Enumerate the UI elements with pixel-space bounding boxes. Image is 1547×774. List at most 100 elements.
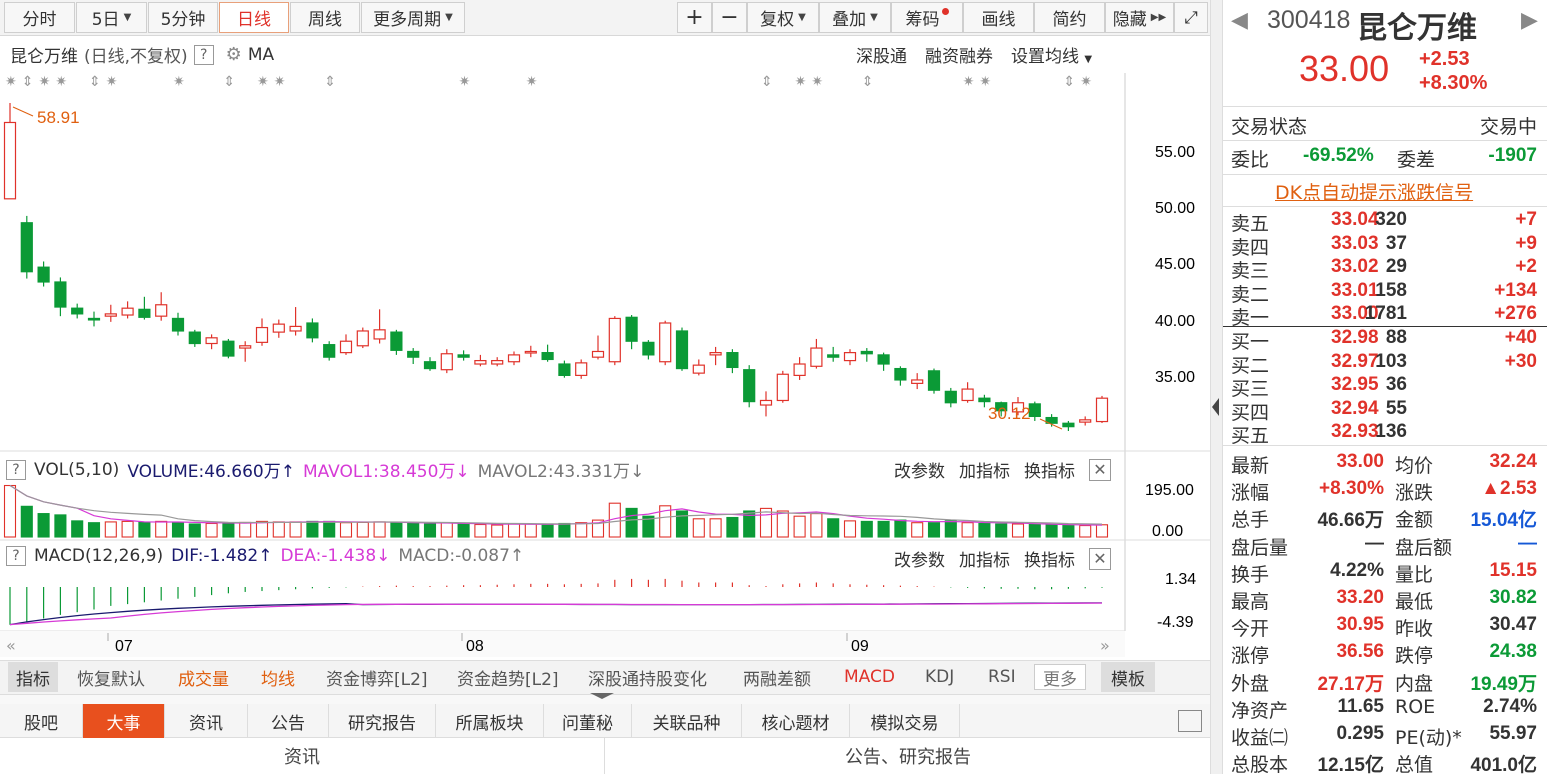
zoom-out-button[interactable]: − xyxy=(712,2,747,33)
event-star-icon[interactable]: ✷ xyxy=(526,74,538,90)
info-tab-research[interactable]: 研究报告 xyxy=(329,704,436,738)
candle-body xyxy=(759,399,773,406)
up-down-marker-icon[interactable]: ⇕ xyxy=(89,74,101,90)
mavol2-value: MAVOL2:43.331万↓ xyxy=(477,462,645,482)
indicator-tab-hk-holding[interactable]: 深股通持股变化 xyxy=(588,662,707,692)
overlay-button[interactable]: 叠加 ▼ xyxy=(819,2,891,33)
period-tab-intraday[interactable]: 分时 xyxy=(4,2,75,33)
period-tab-more[interactable]: 更多周期 ▼ xyxy=(361,2,465,33)
stat-value: +8.30% xyxy=(1319,478,1384,500)
volume-edit-params[interactable]: 改参数 xyxy=(894,457,945,482)
dk-signal-link[interactable]: DK点自动提示涨跌信号 xyxy=(1275,178,1473,205)
up-down-marker-icon[interactable]: ⇕ xyxy=(1063,74,1075,90)
volume-bar xyxy=(323,520,336,538)
stat-label: ROE xyxy=(1395,695,1436,718)
stat-label: 最高 xyxy=(1231,591,1270,613)
indicator-tab-more[interactable]: 更多 xyxy=(1034,664,1086,690)
info-tab-news[interactable]: 资讯 xyxy=(165,704,248,738)
macd-switch-indicator[interactable]: 换指标 xyxy=(1024,546,1075,571)
prev-stock-icon[interactable]: ◀ xyxy=(1231,8,1248,33)
volume-bar xyxy=(625,507,638,538)
event-star-icon[interactable]: ✷ xyxy=(257,74,269,90)
up-down-marker-icon[interactable]: ⇕ xyxy=(22,74,34,90)
macd-edit-params[interactable]: 改参数 xyxy=(894,546,945,571)
close-icon[interactable]: ✕ xyxy=(1089,458,1111,481)
draw-button[interactable]: 画线 xyxy=(963,2,1034,33)
candle-body xyxy=(474,359,487,365)
chip-button[interactable]: 筹码 xyxy=(891,2,963,33)
stat-value: 46.66万 xyxy=(1317,510,1384,532)
indicator-tab-capital-game[interactable]: 资金博弈[L2] xyxy=(326,662,428,692)
indicator-tab-volume[interactable]: 成交量 xyxy=(178,662,229,692)
fullscreen-button[interactable]: ⤢ xyxy=(1174,2,1208,33)
collapse-arrow-icon[interactable] xyxy=(590,693,614,699)
scroll-right-icon[interactable]: » xyxy=(1100,636,1110,655)
scroll-left-icon[interactable]: « xyxy=(6,636,16,655)
panel-splitter[interactable] xyxy=(1210,0,1222,774)
trade-status-label: 交易状态 xyxy=(1231,116,1308,138)
period-tab-weekly[interactable]: 周线 xyxy=(290,2,360,33)
event-star-icon[interactable]: ✷ xyxy=(811,74,823,90)
stat-value: 15.04亿 xyxy=(1470,510,1537,532)
candle-body xyxy=(558,363,571,377)
macd-add-indicator[interactable]: 加指标 xyxy=(959,546,1010,571)
indicator-tab-capital-trend[interactable]: 资金趋势[L2] xyxy=(457,662,559,692)
period-tab-5min[interactable]: 5分钟 xyxy=(148,2,218,33)
period-tab-daily[interactable]: 日线 xyxy=(219,2,289,33)
volume-help-button[interactable]: ? xyxy=(6,459,26,480)
up-down-marker-icon[interactable]: ⇕ xyxy=(223,74,235,90)
info-tab-forum[interactable]: 股吧 xyxy=(0,704,83,738)
info-tab-related[interactable]: 关联品种 xyxy=(632,704,742,738)
info-tab-ask-secretary[interactable]: 问董秘 xyxy=(544,704,632,738)
candle-body xyxy=(776,373,789,402)
indicator-tab-kdj[interactable]: KDJ xyxy=(925,662,954,692)
collapse-left-icon[interactable] xyxy=(1212,398,1219,416)
next-stock-icon[interactable]: ▶ xyxy=(1521,8,1538,33)
hide-button[interactable]: 隐藏 ▶▶ xyxy=(1105,2,1174,33)
minimize-panel-icon[interactable] xyxy=(1178,710,1202,732)
info-tab-sim-trade[interactable]: 模拟交易 xyxy=(850,704,960,738)
info-tab-events[interactable]: 大事 xyxy=(83,704,165,738)
event-star-icon[interactable]: ✷ xyxy=(979,74,991,90)
info-tab-themes[interactable]: 核心题材 xyxy=(742,704,850,738)
up-down-marker-icon[interactable]: ⇕ xyxy=(862,74,874,90)
zoom-in-button[interactable]: + xyxy=(677,2,712,33)
ask-level-price: 33.04 xyxy=(1331,209,1379,230)
up-down-marker-icon[interactable]: ⇕ xyxy=(324,74,336,90)
event-star-icon[interactable]: ✷ xyxy=(963,74,975,90)
volume-add-indicator[interactable]: 加指标 xyxy=(959,457,1010,482)
stat-label: 量比 xyxy=(1395,563,1434,586)
event-star-icon[interactable]: ✷ xyxy=(274,74,286,90)
ask-level-volume: 158 xyxy=(1375,279,1407,301)
event-star-icon[interactable]: ✷ xyxy=(106,74,118,90)
event-star-icon[interactable]: ✷ xyxy=(39,74,51,90)
event-star-icon[interactable]: ✷ xyxy=(1080,74,1092,90)
indicator-tab-ma[interactable]: 均线 xyxy=(261,662,295,692)
up-down-marker-icon[interactable]: ⇕ xyxy=(761,74,773,90)
simple-button[interactable]: 简约 xyxy=(1034,2,1105,33)
indicator-tab-macd[interactable]: MACD xyxy=(844,662,895,692)
event-star-icon[interactable]: ✷ xyxy=(55,74,67,90)
indicator-tab-indicators[interactable]: 指标 xyxy=(8,662,58,692)
indicator-tab-reset[interactable]: 恢复默认 xyxy=(77,662,145,692)
indicator-tab-rsi[interactable]: RSI xyxy=(988,662,1016,692)
bid-level-price: 32.98 xyxy=(1331,327,1379,348)
info-tab-announcements[interactable]: 公告 xyxy=(248,704,329,738)
bid-level-label: 买五 xyxy=(1231,425,1270,447)
info-tab-sectors[interactable]: 所属板块 xyxy=(436,704,544,738)
period-tab-5day[interactable]: 5日 ▼ xyxy=(76,2,147,33)
stat-label: 换手 xyxy=(1231,563,1270,586)
indicator-tab-template[interactable]: 模板 xyxy=(1101,662,1155,692)
event-star-icon[interactable]: ✷ xyxy=(173,74,185,90)
event-star-icon[interactable]: ✷ xyxy=(795,74,807,90)
close-icon[interactable]: ✕ xyxy=(1089,547,1111,570)
event-star-icon[interactable]: ✷ xyxy=(5,74,17,90)
event-star-icon[interactable]: ✷ xyxy=(459,74,471,90)
quote-panel: ◀ 300418 昆仑万维 ▶ 33.00 +2.53 +8.30% 交易状态 … xyxy=(1222,0,1547,774)
adjust-button[interactable]: 复权 ▼ xyxy=(747,2,819,33)
macd-help-button[interactable]: ? xyxy=(6,546,26,566)
volume-switch-indicator[interactable]: 换指标 xyxy=(1024,457,1075,482)
time-scrollbar[interactable] xyxy=(0,631,1125,657)
stock-code: 300418 xyxy=(1267,6,1351,34)
indicator-tab-margin-diff[interactable]: 两融差额 xyxy=(743,662,811,692)
